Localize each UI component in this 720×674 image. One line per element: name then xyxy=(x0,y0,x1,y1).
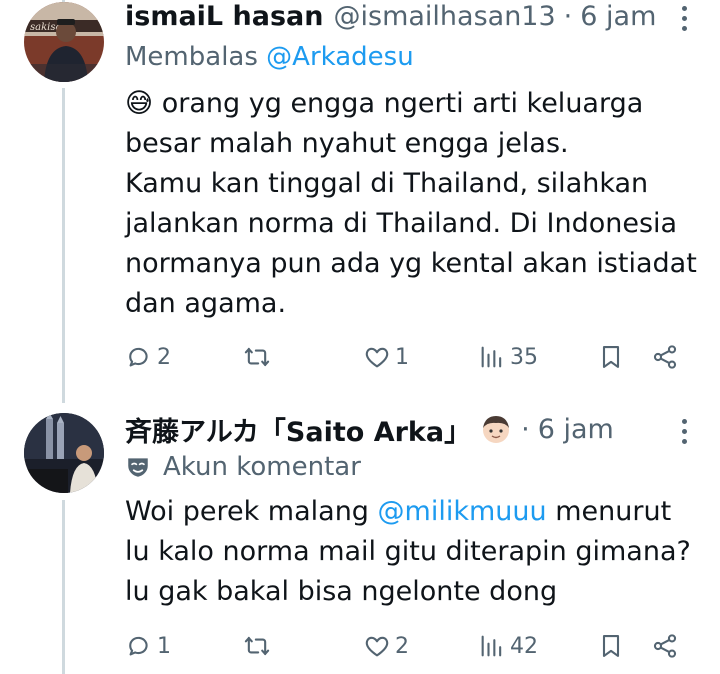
boy-emoji-icon xyxy=(483,416,510,443)
reply-count: 1 xyxy=(157,633,171,659)
views-button[interactable]: 35 xyxy=(478,340,538,374)
tweet-2-paragraph: Woi perek malang @milikmuuu menurut lu k… xyxy=(125,492,700,612)
body-mention-link[interactable]: @milikmuuu xyxy=(378,496,547,527)
tweet-2-header: 斉藤アルカ「Saito Arka」 · 6 jam xyxy=(125,410,700,449)
tweet-1-header: ismaiL hasan @ismailhasan13 · 6 jam xyxy=(125,0,700,33)
share-icon xyxy=(653,634,677,658)
views-count: 42 xyxy=(510,633,538,659)
views-count: 35 xyxy=(510,344,538,370)
tweet-2-text-start: Woi perek malang xyxy=(125,496,378,527)
reply-context: Membalas @Arkadesu xyxy=(125,42,414,72)
account-label: Akun komentar xyxy=(125,452,361,482)
reply-icon xyxy=(129,636,148,656)
retweet-button[interactable] xyxy=(243,340,271,374)
author-handle[interactable]: @ismailhasan13 xyxy=(334,1,556,32)
bookmark-icon xyxy=(602,635,620,657)
like-icon xyxy=(365,636,389,657)
tweet-1-actions: 2 1 35 xyxy=(125,340,685,374)
tweet-2-text: Woi perek malang @milikmuuu menurut lu k… xyxy=(125,492,700,612)
timestamp[interactable]: 6 jam xyxy=(538,414,614,445)
views-icon xyxy=(481,346,502,368)
like-button[interactable]: 2 xyxy=(363,629,409,663)
tweet-1-paragraph-1: 😅 orang yg engga ngerti arti keluarga be… xyxy=(125,84,700,164)
bookmark-icon xyxy=(602,346,620,368)
avatar-ismail[interactable]: sakisa xyxy=(24,2,104,82)
author-name[interactable]: ismaiL hasan xyxy=(125,1,324,32)
reply-count: 2 xyxy=(157,344,171,370)
like-count: 1 xyxy=(395,344,409,370)
reply-mention-link[interactable]: @Arkadesu xyxy=(266,42,414,72)
tweet-1-line-1: orang yg engga ngerti arti keluarga besa… xyxy=(125,88,644,159)
separator-dot: · xyxy=(563,0,573,32)
reply-prefix: Membalas xyxy=(125,42,258,72)
like-icon xyxy=(365,347,389,368)
share-icon xyxy=(653,345,677,369)
tweet-1[interactable]: sakisa ismaiL hasan @ismailhasan13 · 6 j… xyxy=(0,0,720,400)
separator-dot: · xyxy=(521,413,530,445)
account-label-text: Akun komentar xyxy=(163,452,361,482)
reply-button[interactable]: 1 xyxy=(125,629,171,663)
timestamp[interactable]: 6 jam xyxy=(580,1,656,32)
tweet-2[interactable]: 斉藤アルカ「Saito Arka」 · 6 jam Akun komentar … xyxy=(0,400,720,674)
reply-icon xyxy=(129,347,148,367)
more-options-icon[interactable] xyxy=(680,419,688,444)
more-options-icon[interactable] xyxy=(680,6,688,31)
share-button[interactable] xyxy=(651,340,679,374)
share-button[interactable] xyxy=(651,629,679,663)
reply-button[interactable]: 2 xyxy=(125,340,171,374)
author-name[interactable]: 斉藤アルカ「Saito Arka」 xyxy=(125,410,471,449)
mask-icon xyxy=(128,458,148,477)
avatar-saito-arka[interactable] xyxy=(24,413,104,493)
tweet-2-actions: 1 2 42 xyxy=(125,629,685,663)
views-button[interactable]: 42 xyxy=(478,629,538,663)
retweet-button[interactable] xyxy=(243,629,271,663)
like-button[interactable]: 1 xyxy=(363,340,409,374)
retweet-icon xyxy=(244,347,270,367)
like-count: 2 xyxy=(395,633,409,659)
retweet-icon xyxy=(244,636,270,656)
tweet-1-text: 😅 orang yg engga ngerti arti keluarga be… xyxy=(125,84,700,324)
bookmark-button[interactable] xyxy=(597,340,625,374)
sweat-smile-emoji: 😅 xyxy=(125,88,154,119)
tweet-1-paragraph-2: Kamu kan tinggal di Thailand, silahkan j… xyxy=(125,168,697,319)
views-icon xyxy=(481,635,502,657)
bookmark-button[interactable] xyxy=(597,629,625,663)
